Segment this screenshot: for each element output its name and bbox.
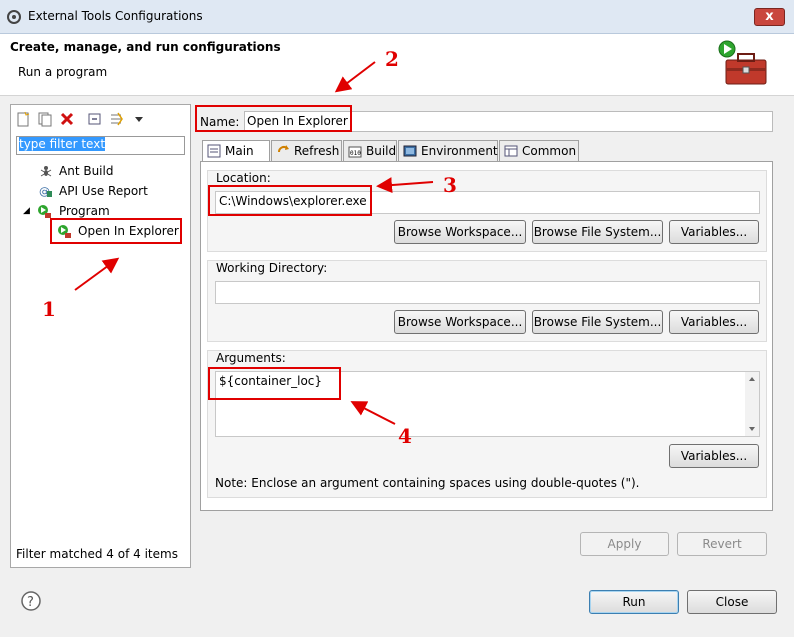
annotation-arrow-2 bbox=[334, 61, 376, 93]
annotation-arrow-3 bbox=[376, 177, 434, 194]
annotation-arrow-1 bbox=[74, 257, 120, 291]
annotation-arrows bbox=[74, 61, 434, 425]
annotation-arrow-4 bbox=[350, 401, 396, 425]
